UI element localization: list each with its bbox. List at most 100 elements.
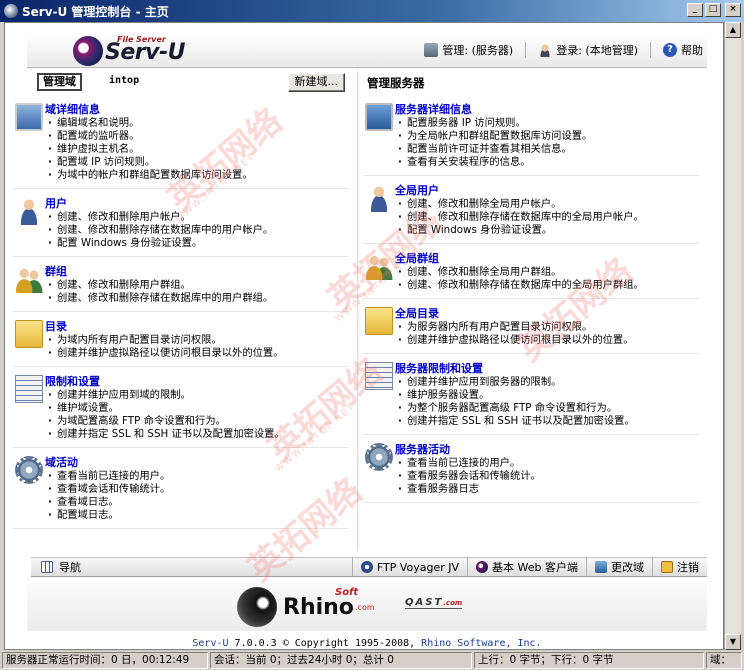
list-item: 配置服务器 IP 访问规则。	[398, 117, 699, 130]
section-items: 编辑域名和说明。配置域的监听器。维护虚拟主机名。配置域 IP 访问规则。为域中的…	[48, 117, 349, 182]
list-item: 查看服务器会话和传输统计。	[398, 470, 699, 483]
list-item: 创建、修改和删除全局用户群组。	[398, 266, 699, 279]
server-column: 管理服务器 服务器详细信息配置服务器 IP 访问规则。为全局帐户和群组配置数据库…	[363, 73, 699, 503]
section-title-link[interactable]: 服务器详细信息	[395, 101, 699, 117]
logo-brand: Serv-U	[105, 40, 185, 65]
ftp-voyager-label: FTP Voyager JV	[376, 560, 460, 574]
nav-toggle[interactable]: 导航	[31, 559, 331, 575]
status-domain: 域：	[706, 652, 742, 669]
web-client-icon	[476, 561, 489, 573]
status-bar: 服务器正常运行时间：0 日，00:12:49 会话：当前 0；过去24小时 0；…	[0, 651, 744, 670]
qast-dotcom: .com	[443, 599, 463, 607]
folder-icon	[365, 307, 393, 335]
qast-logo[interactable]: QAST.com	[405, 597, 463, 609]
list-item: 查看当前已连接的用户。	[398, 457, 699, 470]
section-title-link[interactable]: 服务器限制和设置	[395, 360, 699, 376]
section-items: 创建、修改和删除用户帐户。创建、修改和删除存储在数据库中的用户帐户。配置 Win…	[48, 211, 349, 250]
list-item: 查看域日志。	[48, 496, 349, 509]
section-title-link[interactable]: 全局目录	[395, 305, 699, 321]
web-client-label: 基本 Web 客户端	[492, 561, 578, 574]
section-title-link[interactable]: 域活动	[45, 454, 349, 470]
list-item: 创建并维护应用到服务器的限制。	[398, 376, 699, 389]
web-client-button[interactable]: 基本 Web 客户端	[467, 558, 586, 576]
logout-icon	[661, 561, 673, 573]
pc-icon	[15, 103, 43, 131]
company-link[interactable]: Rhino Software, Inc.	[421, 638, 541, 649]
manage-server-link[interactable]: 管理: (服务器)	[424, 42, 513, 58]
vertical-scrollbar[interactable]: ▲ ▼	[724, 22, 741, 650]
list-item: 编辑域名和说明。	[48, 117, 349, 130]
list-item: 创建并指定 SSL 和 SSH 证书以及配置加密设置。	[398, 415, 699, 428]
section-title-link[interactable]: 限制和设置	[45, 373, 349, 389]
rhinosoft-logo[interactable]: Rhino Soft .com	[237, 585, 397, 629]
product-link[interactable]: Serv-U	[192, 638, 228, 649]
new-domain-button[interactable]: 新建域...	[287, 73, 345, 92]
maximize-button[interactable]: □	[705, 3, 721, 17]
section-pc: 域详细信息编辑域名和说明。配置域的监听器。维护虚拟主机名。配置域 IP 访问规则…	[13, 95, 349, 189]
ftp-voyager-button[interactable]: FTP Voyager JV	[351, 558, 467, 576]
section-list: 限制和设置创建并维护应用到域的限制。维护域设置。为域配置高级 FTP 命令设置和…	[13, 367, 349, 448]
section-title-link[interactable]: 群组	[45, 263, 349, 279]
list-item: 为全局帐户和群组配置数据库访问设置。	[398, 130, 699, 143]
section-items: 查看当前已连接的用户。查看服务器会话和传输统计。查看服务器日志	[398, 457, 699, 496]
section-folder: 目录为域内所有用户配置目录访问权限。创建并维护虚拟路径以便访问根目录以外的位置。	[13, 312, 349, 367]
header-divider	[525, 42, 527, 58]
list-item: 创建、修改和删除用户帐户。	[48, 211, 349, 224]
scroll-up-icon[interactable]: ▲	[725, 22, 741, 38]
change-domain-button[interactable]: 更改域	[586, 558, 652, 576]
header-divider	[650, 42, 651, 58]
list-item: 维护域设置。	[48, 402, 349, 415]
user-icon	[538, 43, 553, 57]
list-item: 创建、修改和删除存储在数据库中的全局用户群组。	[398, 279, 699, 292]
logout-button[interactable]: 注销	[652, 558, 707, 576]
list-item: 为服务器内所有用户配置目录访问权限。	[398, 321, 699, 334]
list-item: 创建、修改和删除存储在数据库中的用户帐户。	[48, 224, 349, 237]
list-item: 创建、修改和删除全局用户帐户。	[398, 198, 699, 211]
serv-u-logo: File Server Serv-U	[73, 34, 223, 68]
status-transfer: 上行：0 字节；下行：0 字节	[474, 652, 704, 669]
close-button[interactable]: ×	[725, 3, 741, 17]
logo-swirl-icon	[73, 36, 103, 66]
section-title-link[interactable]: 全局群组	[395, 250, 699, 266]
login-link[interactable]: 登录: (本地管理)	[538, 42, 638, 58]
server-icon	[424, 43, 439, 57]
folder-icon	[15, 320, 43, 348]
qast-word: QAST	[405, 597, 444, 608]
rhino-ball-icon	[237, 587, 277, 627]
section-title-link[interactable]: 域详细信息	[45, 101, 349, 117]
list-item: 创建并维护虚拟路径以便访问根目录以外的位置。	[398, 334, 699, 347]
domain-tabs: 管理域 intop 新建域...	[37, 73, 349, 95]
rhino-soft: Soft	[335, 587, 359, 598]
scroll-down-icon[interactable]: ▼	[725, 634, 741, 650]
section-title-link[interactable]: 服务器活动	[395, 441, 699, 457]
help-link[interactable]: ? 帮助	[663, 42, 703, 58]
group-icon	[365, 252, 393, 280]
server-sections: 服务器详细信息配置服务器 IP 访问规则。为全局帐户和群组配置数据库访问设置。配…	[363, 95, 699, 503]
server-heading: 管理服务器	[367, 76, 425, 90]
list-item: 查看服务器日志	[398, 483, 699, 496]
rhino-word: Rhino	[283, 595, 354, 620]
list-item: 配置当前许可证并查看其相关信息。	[398, 143, 699, 156]
list-item: 创建并维护应用到域的限制。	[48, 389, 349, 402]
gear-icon	[15, 456, 43, 484]
section-title-link[interactable]: 用户	[45, 195, 349, 211]
help-label: 帮助	[681, 44, 703, 57]
list-item: 为域配置高级 FTP 命令设置和行为。	[48, 415, 349, 428]
list-item: 配置域日志。	[48, 509, 349, 522]
minimize-button[interactable]: _	[687, 3, 703, 17]
section-title-link[interactable]: 目录	[45, 318, 349, 334]
section-user: 全局用户创建、修改和删除全局用户帐户。创建、修改和删除存储在数据库中的全局用户帐…	[363, 176, 699, 244]
list-item: 查看域会话和传输统计。	[48, 483, 349, 496]
status-uptime: 服务器正常运行时间：0 日，00:12:49	[2, 652, 208, 669]
list-item: 维护虚拟主机名。	[48, 143, 349, 156]
section-title-link[interactable]: 全局用户	[395, 182, 699, 198]
list-item: 创建、修改和删除存储在数据库中的用户群组。	[48, 292, 349, 305]
list-item: 为域中的帐户和群组配置数据库访问设置。	[48, 169, 349, 182]
section-folder: 全局目录为服务器内所有用户配置目录访问权限。创建并维护虚拟路径以便访问根目录以外…	[363, 299, 699, 354]
section-user: 用户创建、修改和删除用户帐户。创建、修改和删除存储在数据库中的用户帐户。配置 W…	[13, 189, 349, 257]
list-item: 配置域 IP 访问规则。	[48, 156, 349, 169]
change-domain-icon	[595, 561, 607, 573]
tab-manage-domain[interactable]: 管理域	[37, 73, 82, 91]
rhino-dotcom: .com	[355, 603, 375, 612]
list-item: 查看当前已连接的用户。	[48, 470, 349, 483]
